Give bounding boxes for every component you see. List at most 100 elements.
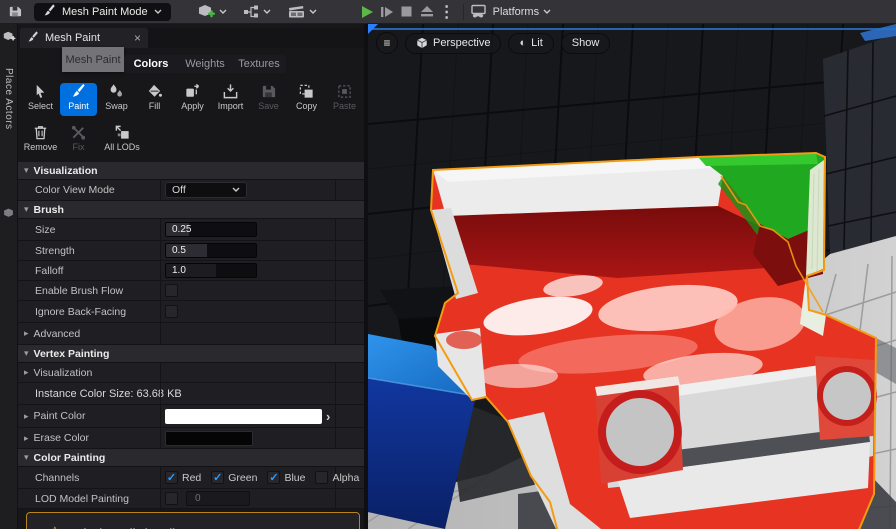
paint-tool-button[interactable]: Paint: [60, 83, 97, 116]
platforms-icon: [470, 4, 488, 19]
brush-size-input[interactable]: 0.25: [165, 222, 257, 237]
chevron-down-icon[interactable]: [309, 9, 317, 15]
row-advanced[interactable]: ▸Advanced: [18, 323, 368, 345]
channel-blue-checkbox[interactable]: ✓: [267, 471, 280, 484]
main-toolbar: Mesh Paint Mode ⋮ Plat: [0, 0, 896, 24]
expanded-arrow-icon: ▾: [24, 165, 29, 176]
section-vertex-painting[interactable]: ▾ Vertex Painting: [18, 345, 368, 363]
chevron-down-icon: [232, 187, 240, 193]
tool-grid: Select Paint Swap Fill Apply Import: [22, 80, 364, 162]
frame-skip-button[interactable]: [377, 3, 397, 21]
mirror-red-smudge: [446, 331, 482, 349]
copy-tool-button[interactable]: Copy: [288, 83, 325, 116]
blueprints-button[interactable]: [243, 4, 260, 19]
brush-strength-input[interactable]: 0.5: [165, 243, 257, 258]
collapsed-arrow-icon: ▸: [24, 411, 29, 422]
right-headlight: [815, 356, 877, 440]
lit-dropdown[interactable]: ◐ Lit: [508, 33, 553, 54]
all-lods-tool-button[interactable]: All LODs: [98, 124, 146, 157]
level-viewport[interactable]: ≡ Perspective ◐ Lit Show: [368, 24, 896, 529]
perspective-cube-icon: [416, 37, 428, 49]
tab-colors[interactable]: Colors: [124, 58, 178, 70]
mode-selector-button[interactable]: Mesh Paint Mode: [34, 3, 171, 21]
channel-alpha-checkbox[interactable]: [315, 471, 328, 484]
details-list: ▾ Visualization Color View Mode Off ▾ Br…: [18, 162, 368, 509]
platforms-label[interactable]: Platforms: [493, 6, 539, 18]
place-actors-vertical-label[interactable]: Place Actors: [3, 68, 14, 130]
left-sidebar-strip: Place Actors: [0, 24, 18, 529]
play-options-dots-icon[interactable]: ⋮: [437, 3, 457, 21]
perspective-dropdown[interactable]: Perspective: [405, 33, 501, 54]
row-channels: Channels ✓Red ✓Green ✓Blue Alpha: [18, 467, 368, 489]
paint-color-swatch[interactable]: [165, 409, 322, 424]
erase-color-swatch[interactable]: [165, 431, 253, 446]
color-view-mode-dropdown[interactable]: Off: [165, 182, 247, 198]
select-tool-button[interactable]: Select: [22, 83, 59, 116]
tab-textures[interactable]: Textures: [232, 58, 286, 70]
import-tool-button[interactable]: Import: [212, 83, 249, 116]
section-color-painting[interactable]: ▾ Color Painting: [18, 449, 368, 467]
color-picker-arrow-icon[interactable]: ›: [326, 409, 330, 424]
remove-tool-button[interactable]: Remove: [22, 124, 59, 157]
row-brush-size: Size 0.25: [18, 219, 368, 241]
paint-mode-tabs: Colors Weights Textures: [124, 55, 286, 73]
row-color-view-mode: Color View Mode Off: [18, 180, 368, 201]
save-tool-button[interactable]: Save: [250, 83, 287, 116]
content-cube-icon[interactable]: [2, 206, 15, 224]
save-all-icon[interactable]: [7, 4, 22, 19]
row-enable-brush-flow: Enable Brush Flow: [18, 281, 368, 301]
place-actors-icon[interactable]: [2, 30, 16, 48]
ignore-back-facing-checkbox[interactable]: [165, 305, 178, 318]
fill-tool-button[interactable]: Fill: [136, 83, 173, 116]
lod-index-input[interactable]: 0: [186, 491, 250, 506]
enable-brush-flow-checkbox[interactable]: [165, 284, 178, 297]
row-ignore-back-facing: Ignore Back-Facing: [18, 301, 368, 323]
section-visualization[interactable]: ▾ Visualization: [18, 162, 368, 180]
expanded-arrow-icon: ▾: [24, 204, 29, 215]
show-dropdown[interactable]: Show: [561, 33, 611, 54]
mode-selector-label: Mesh Paint Mode: [62, 6, 148, 18]
unreal-editor-window: Mesh Paint Mode ⋮ Plat: [0, 0, 896, 529]
paste-tool-button[interactable]: Paste: [326, 83, 363, 116]
viewport-scene: [368, 24, 896, 529]
lit-sphere-icon: ◐: [519, 37, 526, 49]
apply-tool-button[interactable]: Apply: [174, 83, 211, 116]
palette-brush-icon: [27, 31, 39, 46]
channel-red-checkbox[interactable]: ✓: [165, 471, 178, 484]
expanded-arrow-icon: ▾: [24, 452, 29, 463]
stop-button[interactable]: [397, 3, 417, 21]
toolbar-separator: [463, 4, 464, 20]
row-instance-color-size: Instance Color Size: 63.68 KB: [18, 383, 368, 405]
chevron-down-icon: [154, 9, 162, 15]
close-icon[interactable]: ×: [134, 32, 141, 44]
section-brush[interactable]: ▾ Brush: [18, 201, 368, 219]
warning-triangle-icon: ⚠: [49, 524, 61, 529]
row-brush-falloff: Falloff 1.0: [18, 261, 368, 281]
viewport-options-menu-icon[interactable]: ≡: [376, 32, 398, 54]
add-actor-button[interactable]: [197, 3, 216, 20]
channel-green-checkbox[interactable]: ✓: [211, 471, 224, 484]
eject-button[interactable]: [417, 3, 437, 21]
fix-tool-button[interactable]: Fix: [60, 124, 97, 157]
cinematics-button[interactable]: [287, 4, 306, 19]
viewport-toolbar: ≡ Perspective ◐ Lit Show: [376, 32, 610, 54]
row-vertex-visualization[interactable]: ▸Visualization: [18, 363, 368, 383]
left-headlight: [595, 376, 683, 484]
tab-mesh-paint[interactable]: Mesh Paint ×: [20, 28, 148, 48]
brush-falloff-input[interactable]: 1.0: [165, 263, 257, 278]
tab-weights[interactable]: Weights: [178, 58, 232, 70]
mesh-paint-brush-icon: [43, 4, 56, 20]
row-erase-color: ▸Erase Color: [18, 428, 368, 449]
viewport-focus-line: [368, 28, 896, 30]
mesh-paint-panel: Mesh Paint × Mesh Paint Colors Weights T…: [18, 24, 368, 529]
chevron-down-icon[interactable]: [543, 9, 551, 15]
collapsed-arrow-icon: ▸: [24, 433, 29, 444]
row-brush-strength: Strength 0.5: [18, 241, 368, 261]
play-button[interactable]: [357, 3, 377, 21]
swap-tool-button[interactable]: Swap: [98, 83, 135, 116]
collapsed-arrow-icon: ▸: [24, 328, 29, 339]
lod-model-painting-checkbox[interactable]: [165, 492, 178, 505]
chevron-down-icon[interactable]: [263, 9, 271, 15]
chevron-down-icon[interactable]: [219, 9, 227, 15]
mode-chip[interactable]: Mesh Paint: [62, 47, 124, 72]
